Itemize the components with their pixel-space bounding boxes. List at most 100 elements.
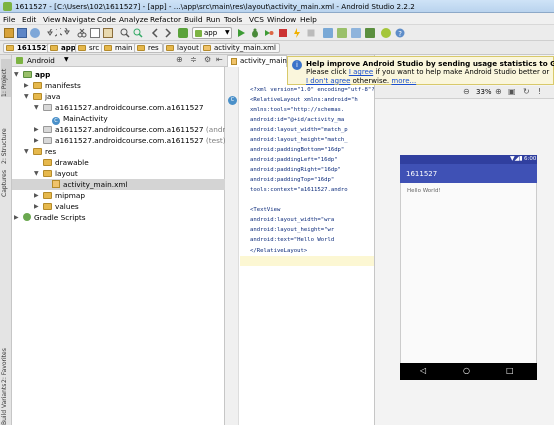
tree-item-java[interactable]: ▼ java bbox=[24, 91, 60, 102]
sync-gradle-icon[interactable] bbox=[337, 28, 347, 38]
help-icon[interactable]: ? bbox=[395, 28, 405, 38]
menu-vcs[interactable]: VCS bbox=[249, 15, 264, 24]
tree-item-package-androidtest[interactable]: ▶a1611527.androidcourse.com.a1611527 (an… bbox=[34, 124, 254, 135]
back-icon[interactable] bbox=[150, 28, 160, 38]
menu-window[interactable]: Window bbox=[267, 15, 296, 24]
breadcrumb-res[interactable]: res bbox=[134, 43, 163, 53]
chevron-down-icon[interactable]: ▼ bbox=[64, 56, 69, 63]
sync-icon[interactable] bbox=[30, 28, 40, 38]
project-tree: ▼ app ▶ manifests ▼ java ▼ a1611527.androidc… bbox=[12, 67, 254, 425]
tree-item-mipmap[interactable]: ▶ mipmap bbox=[34, 190, 85, 201]
agree-link[interactable]: I agree bbox=[349, 68, 373, 76]
sdk-manager-icon[interactable] bbox=[365, 28, 375, 38]
project-structure-icon[interactable] bbox=[351, 28, 361, 38]
more-link[interactable]: more... bbox=[391, 77, 416, 85]
code-line-16: android:text="Hello World bbox=[250, 237, 335, 243]
paste-icon[interactable] bbox=[103, 28, 113, 38]
android-device-monitor-icon[interactable] bbox=[381, 28, 391, 38]
usage-stats-notification: i Help improve Android Studio by sending… bbox=[287, 56, 554, 85]
tree-item-package-main[interactable]: ▼ a1611527.androidcourse.com.a1611527 bbox=[34, 102, 204, 113]
collapse-all-icon[interactable]: ≑ bbox=[190, 55, 197, 64]
project-view-selector[interactable]: Android bbox=[27, 56, 55, 65]
sync-scroll-icon[interactable]: ⊕ bbox=[176, 55, 183, 64]
hide-panel-icon[interactable]: ⇤ bbox=[216, 55, 223, 64]
breadcrumb-file[interactable]: activity_main.xml bbox=[200, 43, 280, 53]
menu-help[interactable]: Help bbox=[300, 15, 317, 24]
tab-build-variants[interactable]: Build Variants bbox=[1, 384, 11, 425]
window-title: 1611527 - [C:\Users\102\1611527] - [app]… bbox=[15, 2, 415, 11]
breadcrumb-main[interactable]: main bbox=[101, 43, 137, 53]
code-line-14: android:layout_width="wra bbox=[250, 217, 335, 223]
folder-icon bbox=[33, 148, 42, 155]
tree-item-activity-main[interactable]: activity_main.xml bbox=[12, 179, 225, 190]
zoom-in-icon[interactable]: ⊕ bbox=[495, 87, 502, 96]
gradle-icon bbox=[23, 213, 31, 221]
stop-icon[interactable] bbox=[306, 28, 316, 38]
forward-icon[interactable] bbox=[163, 28, 173, 38]
cut-icon[interactable] bbox=[77, 28, 87, 38]
dont-agree-link[interactable]: I don't agree bbox=[306, 77, 350, 85]
menu-build[interactable]: Build bbox=[184, 15, 203, 24]
folder-icon bbox=[6, 45, 14, 51]
warning-icon[interactable]: ! bbox=[538, 87, 541, 96]
copy-icon[interactable] bbox=[90, 28, 100, 38]
tree-item-res[interactable]: ▼ res bbox=[24, 146, 56, 157]
breadcrumb-layout[interactable]: layout bbox=[163, 43, 203, 53]
debug-icon[interactable] bbox=[250, 28, 260, 38]
tree-item-app[interactable]: ▼ app bbox=[14, 69, 50, 80]
tree-item-layout[interactable]: ▼ layout bbox=[34, 168, 78, 179]
menu-file[interactable]: File bbox=[3, 15, 15, 24]
undo-icon[interactable] bbox=[47, 27, 59, 38]
menu-refactor[interactable]: Refactor bbox=[150, 15, 181, 24]
menu-bar: File Edit View Navigate Code Analyze Ref… bbox=[0, 13, 554, 25]
refresh-icon[interactable]: ↻ bbox=[523, 87, 530, 96]
tab-project[interactable]: 1: Project bbox=[1, 59, 11, 97]
gear-icon[interactable]: ⚙ bbox=[204, 55, 211, 64]
menu-edit[interactable]: Edit bbox=[22, 15, 36, 24]
open-icon[interactable] bbox=[4, 28, 14, 38]
tab-structure[interactable]: 2: Structure bbox=[1, 119, 11, 164]
menu-navigate[interactable]: Navigate bbox=[62, 15, 95, 24]
zoom-level: 33% bbox=[476, 88, 492, 96]
tree-item-gradle-scripts[interactable]: ▶ Gradle Scripts bbox=[14, 212, 86, 223]
menu-analyze[interactable]: Analyze bbox=[119, 15, 148, 24]
redo-icon[interactable] bbox=[58, 26, 70, 38]
class-link-icon[interactable]: C bbox=[228, 96, 237, 105]
find-icon[interactable] bbox=[120, 28, 130, 38]
package-icon bbox=[43, 137, 52, 144]
run-icon[interactable] bbox=[236, 28, 246, 38]
attach-debugger-icon[interactable] bbox=[264, 28, 274, 38]
signal-icon: ▼◢▮ bbox=[510, 155, 523, 162]
code-line-5: android:layout_width="match_p bbox=[250, 127, 348, 133]
avd-manager-icon[interactable] bbox=[323, 28, 333, 38]
tab-captures[interactable]: Captures bbox=[1, 165, 11, 197]
menu-code[interactable]: Code bbox=[97, 15, 116, 24]
tab-favorites[interactable]: 2: Favorites bbox=[1, 338, 11, 383]
menu-run[interactable]: Run bbox=[206, 15, 220, 24]
folder-icon bbox=[137, 45, 145, 51]
run-config-label: app bbox=[204, 29, 218, 37]
tab-activity-main[interactable]: activity_main.xml bbox=[227, 55, 302, 67]
profile-icon[interactable] bbox=[278, 28, 288, 38]
folder-icon bbox=[78, 45, 86, 51]
code-line-9: android:paddingRight="16dp" bbox=[250, 167, 341, 173]
menu-tools[interactable]: Tools bbox=[224, 15, 242, 24]
apply-changes-icon[interactable] bbox=[292, 28, 302, 38]
zoom-out-icon[interactable]: ⊖ bbox=[463, 87, 470, 96]
zoom-fit-icon[interactable]: ▣ bbox=[508, 87, 516, 96]
chevron-right-icon: ▶ bbox=[14, 214, 19, 221]
tree-item-drawable[interactable]: drawable bbox=[34, 157, 89, 168]
save-icon[interactable] bbox=[17, 28, 27, 38]
tree-item-package-test[interactable]: ▶ a1611527.androidcourse.com.a1611527 (te… bbox=[34, 135, 226, 146]
phone-screen[interactable]: Hello World! bbox=[400, 183, 537, 363]
folder-icon bbox=[104, 45, 112, 51]
tree-item-mainactivity[interactable]: C MainActivity bbox=[52, 113, 108, 125]
run-config-dropdown[interactable]: app ▼ bbox=[192, 27, 232, 39]
make-project-icon[interactable] bbox=[178, 28, 188, 38]
menu-view[interactable]: View bbox=[43, 15, 61, 24]
breadcrumb-src[interactable]: src bbox=[75, 43, 104, 53]
current-line-highlight bbox=[240, 256, 374, 266]
tree-item-manifests[interactable]: ▶ manifests bbox=[24, 80, 81, 91]
replace-icon[interactable] bbox=[133, 28, 143, 38]
tree-item-values[interactable]: ▶ values bbox=[34, 201, 79, 212]
